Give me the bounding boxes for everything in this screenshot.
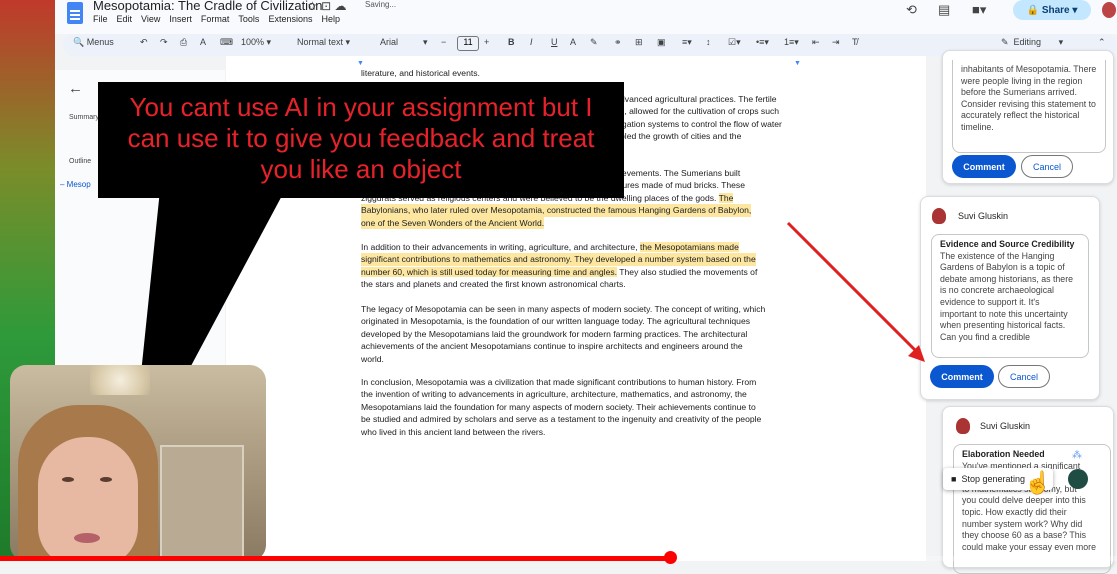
ceiling-light-icon — [90, 365, 150, 395]
doc-paragraph-4: The legacy of Mesopotamia can be seen in… — [361, 304, 766, 364]
menu-bar: File Edit View Insert Format Tools Exten… — [93, 14, 340, 24]
line-spacing-icon[interactable]: ↕ — [706, 37, 711, 47]
star-icon[interactable]: ☆ ⊡ ☁ — [307, 0, 346, 13]
user-avatar[interactable] — [1102, 2, 1116, 18]
author-avatar — [956, 418, 970, 434]
speech-bubble: You cant use AI in your assignment but I… — [98, 82, 624, 198]
indent-decrease-icon[interactable]: ⇤ — [812, 37, 820, 48]
italic-icon[interactable]: I — [530, 37, 533, 47]
speech-text: You cant use AI in your assignment but I… — [127, 92, 595, 184]
door-frame — [160, 445, 244, 561]
style-select[interactable]: Normal text ▾ — [297, 37, 350, 48]
indent-increase-icon[interactable]: ⇥ — [832, 37, 840, 48]
share-button[interactable]: 🔒 Share ▾ — [1013, 0, 1091, 20]
undo-icon[interactable]: ↶ — [140, 37, 148, 48]
comment-2-submit-button[interactable]: Comment — [930, 365, 994, 388]
doc-paragraph-5: In conclusion, Mesopotamia was a civiliz… — [361, 377, 762, 437]
comment-add-icon[interactable]: ⊞ — [635, 37, 643, 48]
author-avatar — [932, 208, 946, 224]
search-menus[interactable]: 🔍 Menus — [73, 37, 114, 48]
comments-icon[interactable]: ▤ — [938, 2, 950, 18]
comment-1-cancel-button[interactable]: Cancel — [1021, 155, 1073, 178]
link-icon[interactable]: ⚭ — [614, 37, 622, 48]
red-arrow-icon — [786, 221, 925, 362]
back-arrow-icon[interactable]: ← — [68, 80, 83, 97]
doc-paragraph-1: dvanced agricultural practices. The fert… — [620, 94, 782, 142]
font-size-input[interactable]: 11 — [457, 36, 479, 51]
comment-1-text[interactable]: inhabitants of Mesopotamia. There were p… — [952, 60, 1106, 153]
font-dropdown-icon[interactable]: ▾ — [423, 37, 428, 48]
person-eye-left — [62, 477, 74, 482]
history-icon[interactable]: ⟲ — [906, 2, 917, 18]
outline-label: Outline — [69, 158, 92, 165]
editing-mode-select[interactable]: ✎ Editing ▾ — [1001, 37, 1063, 48]
paint-format-icon[interactable]: ⌨ — [220, 37, 233, 48]
menu-file[interactable]: File — [93, 14, 108, 24]
align-icon[interactable]: ≡▾ — [682, 37, 692, 48]
clear-format-icon[interactable]: T̸ — [852, 37, 858, 47]
person-mouth — [74, 533, 100, 543]
gemini-icon[interactable] — [1068, 469, 1088, 489]
comment-3-text[interactable]: Elaboration Needed You've mentioned a si… — [953, 444, 1111, 574]
video-progress-fill — [0, 556, 671, 561]
image-icon[interactable]: ▣ — [657, 37, 666, 48]
doc-paragraph-2-tail: ievements. The Sumerians built tures mad… — [620, 168, 745, 191]
font-size-decrease[interactable]: − — [441, 37, 446, 47]
docs-logo-icon[interactable] — [67, 2, 83, 24]
font-select[interactable]: Arial — [380, 37, 398, 47]
menu-extensions[interactable]: Extensions — [268, 14, 312, 24]
meet-icon[interactable]: ■▾ — [972, 2, 986, 18]
comment-2-author: Suvi Gluskin — [958, 211, 1009, 221]
comment-2-cancel-button[interactable]: Cancel — [998, 365, 1050, 388]
comment-2-text[interactable]: Evidence and Source Credibility The exis… — [931, 234, 1089, 358]
checklist-icon[interactable]: ☑▾ — [728, 37, 741, 48]
text-color-icon[interactable]: A — [570, 37, 576, 47]
menu-edit[interactable]: Edit — [117, 14, 133, 24]
comment-1-submit-button[interactable]: Comment — [952, 155, 1016, 178]
menu-insert[interactable]: Insert — [169, 14, 192, 24]
font-size-increase[interactable]: + — [484, 37, 489, 47]
document-title[interactable]: Mesopotamia: The Cradle of Civilization — [93, 0, 323, 13]
bold-icon[interactable]: B — [508, 37, 515, 47]
doc-line: literature, and historical events. — [361, 68, 480, 78]
cursor-hand-icon: ☝ — [1024, 470, 1052, 495]
video-scrubber-handle[interactable] — [664, 551, 678, 564]
ruler-indent-marker[interactable]: ▼ — [357, 60, 364, 67]
menu-tools[interactable]: Tools — [238, 14, 259, 24]
print-icon[interactable]: ⎙ — [180, 37, 187, 48]
saving-status: Saving... — [365, 0, 397, 9]
person-eye-right — [100, 477, 112, 482]
summary-label: Summary — [69, 114, 99, 121]
bullet-list-icon[interactable]: •≡▾ — [756, 37, 769, 48]
zoom-select[interactable]: 100% ▾ — [241, 37, 271, 48]
menu-help[interactable]: Help — [321, 14, 340, 24]
collapse-toolbar-icon[interactable]: ⌃ — [1098, 37, 1106, 48]
redo-icon[interactable]: ↷ — [160, 37, 168, 48]
loading-spinner-icon: ⁂ — [1072, 450, 1082, 461]
webcam-overlay — [10, 365, 266, 561]
doc-paragraph-3: In addition to their advancements in wri… — [361, 242, 758, 290]
menu-format[interactable]: Format — [201, 14, 230, 24]
outline-item[interactable]: – Mesop — [60, 180, 91, 189]
highlight-icon[interactable]: ✎ — [590, 37, 598, 48]
numbered-list-icon[interactable]: 1≡▾ — [784, 37, 799, 48]
spellcheck-icon[interactable]: A — [200, 37, 206, 47]
underline-icon[interactable]: U — [551, 37, 558, 47]
comment-3-author: Suvi Gluskin — [980, 421, 1031, 431]
ruler-right-marker[interactable]: ▼ — [794, 60, 801, 67]
menu-view[interactable]: View — [141, 14, 160, 24]
